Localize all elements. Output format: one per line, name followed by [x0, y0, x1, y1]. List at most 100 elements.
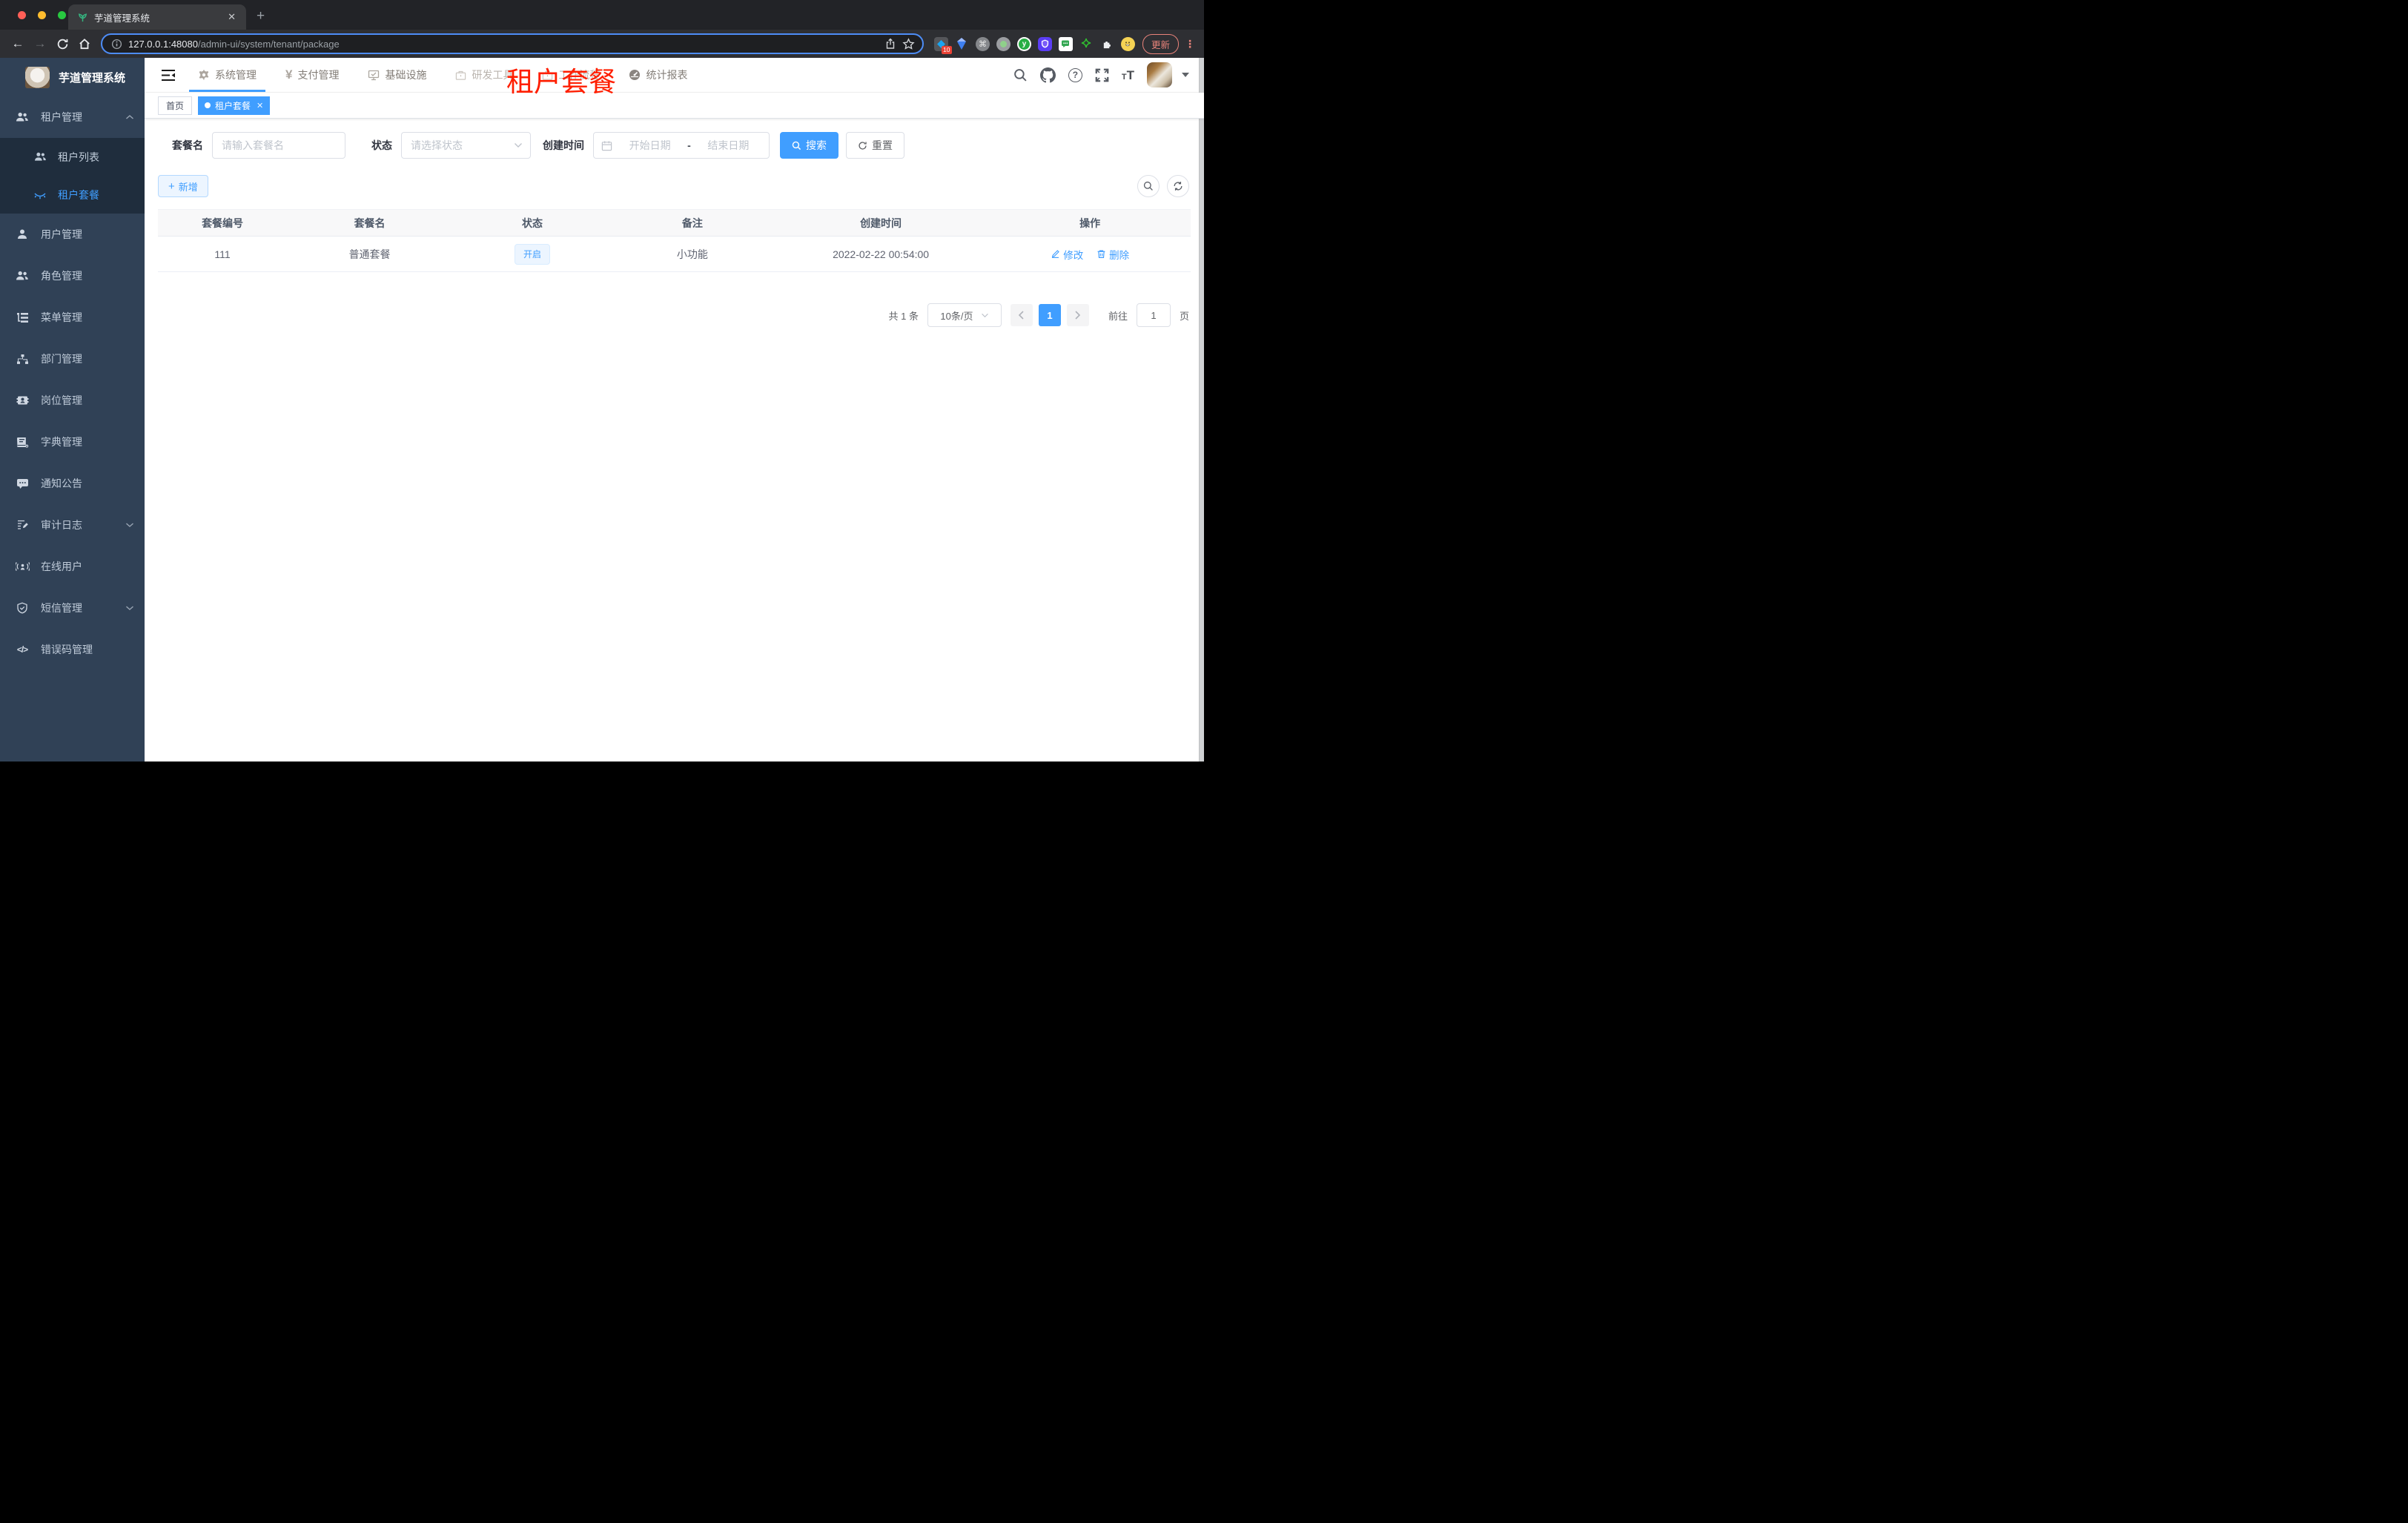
page-number-1[interactable]: 1 [1038, 304, 1061, 326]
refresh-table-button[interactable] [1167, 175, 1189, 197]
reset-button-label: 重置 [872, 139, 893, 151]
app-window: 芋道管理系统 租户管理 租户列表 租户套餐 用户管理 角色管理 菜单管理 部门管… [0, 58, 1204, 762]
share-icon[interactable] [884, 38, 896, 50]
extension-dot-icon[interactable] [996, 36, 1010, 51]
sidebar-item-label: 用户管理 [41, 228, 82, 240]
back-button[interactable]: ← [7, 33, 28, 54]
extensions-area: 10 ⌘ y [933, 36, 1135, 54]
extension-command-icon[interactable]: ⌘ [975, 36, 990, 51]
date-end-placeholder[interactable]: 结束日期 [695, 138, 761, 153]
topnav-item-infra[interactable]: 基础设施 [359, 58, 435, 92]
bookmark-star-icon[interactable] [902, 37, 915, 50]
cell-status: 开启 [452, 236, 612, 272]
extension-chat-icon[interactable] [1058, 36, 1073, 51]
sidebar-item-user-management[interactable]: 用户管理 [0, 214, 145, 255]
sidebar-item-audit-log[interactable]: 审计日志 [0, 504, 145, 546]
chevron-right-icon [1075, 311, 1081, 320]
chevron-up-icon [125, 114, 134, 120]
forward-button[interactable]: → [30, 33, 50, 54]
toolbar-right [1137, 175, 1189, 197]
favicon-plant-icon [77, 12, 88, 23]
sidebar-item-online-users[interactable]: 在线用户 [0, 546, 145, 587]
search-icon [792, 141, 801, 150]
update-button[interactable]: 更新 [1142, 33, 1179, 54]
tag-close-icon[interactable]: ✕ [257, 101, 263, 110]
badge-icon [15, 395, 30, 406]
refresh-icon [1174, 182, 1182, 191]
site-info-icon[interactable] [111, 39, 122, 50]
minimize-window-button[interactable] [38, 11, 46, 19]
edit-link[interactable]: 修改 [1051, 247, 1083, 262]
date-start-placeholder[interactable]: 开始日期 [617, 138, 683, 153]
fullscreen-icon[interactable] [1095, 68, 1109, 82]
topnav-item-system[interactable]: 系统管理 [189, 58, 265, 92]
extension-emoji-icon[interactable] [1120, 36, 1135, 51]
github-icon[interactable] [1039, 67, 1056, 83]
page-size-select[interactable]: 10条/页 [927, 303, 1002, 327]
sidebar-item-tenant-package[interactable]: 租户套餐 [0, 176, 145, 214]
url-text[interactable]: 127.0.0.1:48080/admin-ui/system/tenant/p… [128, 39, 879, 50]
search-button[interactable]: 搜索 [780, 132, 838, 159]
sidebar-collapse-icon[interactable] [161, 69, 176, 82]
sidebar-item-sms-management[interactable]: 短信管理 [0, 587, 145, 629]
browser-menu-icon[interactable]: ⋮ [1185, 38, 1195, 50]
extension-shield-icon[interactable] [1037, 36, 1052, 51]
reload-button[interactable] [52, 33, 73, 54]
browser-tab[interactable]: 芋道管理系统 ✕ [68, 4, 246, 30]
goto-page-input[interactable] [1136, 303, 1171, 327]
tag-home[interactable]: 首页 [158, 96, 193, 115]
package-name-input[interactable] [212, 132, 345, 159]
new-tab-button[interactable]: + [257, 8, 265, 24]
window-edge-scrollbar[interactable] [1199, 58, 1204, 762]
next-page-button[interactable] [1066, 304, 1089, 326]
sidebar-item-role-management[interactable]: 角色管理 [0, 255, 145, 297]
tree-list-icon [15, 312, 30, 323]
chevron-down-icon [515, 143, 522, 148]
help-icon[interactable]: ? [1068, 67, 1082, 82]
extension-y-icon[interactable]: y [1016, 36, 1031, 51]
sidebar-item-dict-management[interactable]: 字典管理 [0, 421, 145, 463]
add-button[interactable]: + 新增 [158, 175, 208, 197]
status-select[interactable]: 请选择状态 [401, 132, 531, 159]
sidebar-item-post-management[interactable]: 岗位管理 [0, 380, 145, 421]
zoom-window-button[interactable] [58, 11, 66, 19]
address-bar[interactable]: 127.0.0.1:48080/admin-ui/system/tenant/p… [101, 33, 924, 54]
sidebar-item-tenant-management[interactable]: 租户管理 [0, 96, 145, 138]
search-icon[interactable] [1013, 68, 1028, 82]
close-window-button[interactable] [18, 11, 26, 19]
user-avatar[interactable] [1147, 62, 1172, 87]
extension-star-icon[interactable] [1079, 37, 1094, 51]
tag-tenant-package[interactable]: 租户套餐 ✕ [198, 96, 271, 115]
sidebar-item-menu-management[interactable]: 菜单管理 [0, 297, 145, 338]
sidebar-logo[interactable]: 芋道管理系统 [0, 58, 145, 96]
topnav-item-reports[interactable]: 统计报表 [620, 58, 696, 92]
show-search-button[interactable] [1137, 175, 1160, 197]
date-range-picker[interactable]: 开始日期 - 结束日期 [593, 132, 770, 159]
cell-remark: 小功能 [612, 236, 773, 272]
active-dot [205, 102, 211, 108]
sidebar: 芋道管理系统 租户管理 租户列表 租户套餐 用户管理 角色管理 菜单管理 部门管… [0, 58, 145, 762]
extension-gem-icon[interactable] [955, 37, 969, 51]
sidebar-item-notice[interactable]: 通知公告 [0, 463, 145, 504]
font-size-icon[interactable]: TT [1122, 69, 1134, 82]
delete-link[interactable]: 删除 [1096, 247, 1129, 262]
page-content: 套餐名 状态 请选择状态 创建时间 开始日期 - 结束日期 [145, 119, 1204, 762]
extensions-puzzle-icon[interactable] [1100, 37, 1114, 51]
table-header-row: 套餐编号 套餐名 状态 备注 创建时间 操作 [158, 209, 1191, 237]
sidebar-item-tenant-list[interactable]: 租户列表 [0, 138, 145, 176]
reset-button[interactable]: 重置 [846, 132, 904, 159]
date-separator: - [687, 139, 691, 151]
window-controls[interactable] [18, 11, 66, 19]
topnav-item-payment[interactable]: ¥ 支付管理 [277, 58, 348, 92]
message-icon [15, 478, 30, 489]
edit-log-icon [15, 519, 30, 531]
chevron-down-icon [981, 313, 988, 317]
tab-close-icon[interactable]: ✕ [225, 11, 239, 23]
sidebar-item-error-code[interactable]: </> 错误码管理 [0, 629, 145, 670]
prev-page-button[interactable] [1010, 304, 1033, 326]
home-button[interactable] [74, 33, 95, 54]
extension-diamond-icon[interactable]: 10 [933, 36, 952, 54]
status-placeholder: 请选择状态 [411, 139, 463, 151]
avatar-dropdown-caret-icon[interactable] [1182, 73, 1189, 77]
sidebar-item-dept-management[interactable]: 部门管理 [0, 338, 145, 380]
